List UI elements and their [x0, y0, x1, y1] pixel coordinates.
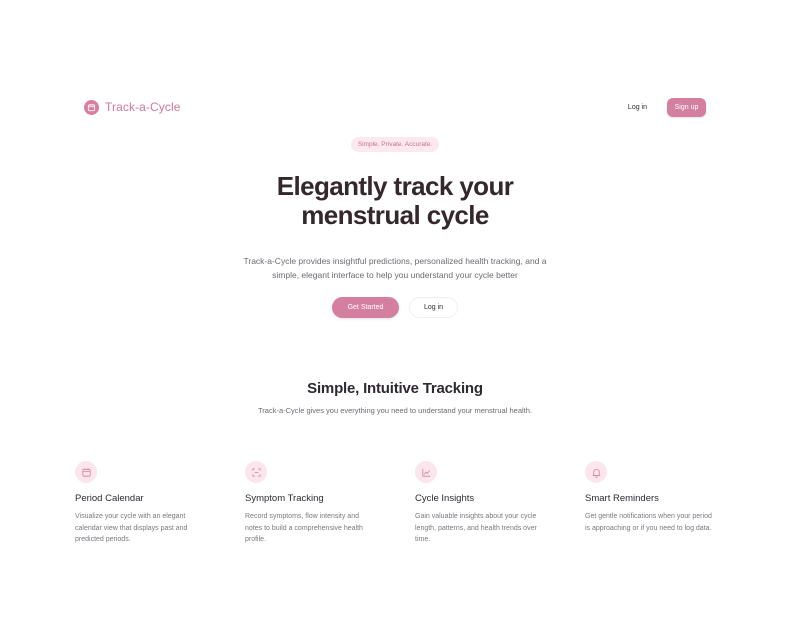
signup-button[interactable]: Sign up — [667, 97, 706, 117]
feature-smart-reminders: Smart Reminders Get gentle notifications… — [585, 461, 755, 546]
site-header: Track-a-Cycle Log in Sign up — [84, 96, 706, 118]
scan-icon — [245, 461, 267, 483]
hero-subtitle: Track-a-Cycle provides insightful predic… — [0, 254, 790, 282]
feature-title: Smart Reminders — [585, 493, 659, 504]
get-started-button[interactable]: Get Started — [332, 297, 399, 318]
feature-title: Period Calendar — [75, 493, 144, 504]
section-title: Simple, Intuitive Tracking — [307, 380, 483, 397]
feature-description: Get gentle notifications when your perio… — [585, 513, 712, 532]
feature-symptom-tracking: Symptom Tracking Record symptoms, flow i… — [245, 461, 415, 546]
brand-logo[interactable]: Track-a-Cycle — [84, 99, 181, 115]
hero-badge-row: Simple. Private. Accurate. — [0, 137, 790, 152]
chart-line-icon — [415, 461, 437, 483]
bell-icon — [585, 461, 607, 483]
feature-description: Record symptoms, flow intensity and note… — [245, 513, 363, 543]
login-link[interactable]: Log in — [622, 100, 653, 115]
feature-description: Gain valuable insights about your cycle … — [415, 513, 537, 543]
feature-cycle-insights: Cycle Insights Gain valuable insights ab… — [415, 461, 585, 546]
hero-badge: Simple. Private. Accurate. — [350, 137, 440, 152]
section-subtitle: Track-a-Cycle gives you everything you n… — [257, 406, 533, 415]
hero-cta-row: Get Started Log in — [0, 297, 790, 318]
header-nav: Log in Sign up — [622, 97, 706, 117]
hero-subtitle-line-2: simple, elegant interface to help you un… — [272, 270, 518, 280]
hero-title: Elegantly track your menstrual cycle — [0, 172, 790, 230]
hero-subtitle-line-1: Track-a-Cycle provides insightful predic… — [243, 256, 547, 266]
hero-login-button[interactable]: Log in — [409, 297, 458, 318]
feature-period-calendar: Period Calendar Visualize your cycle wit… — [75, 461, 245, 546]
calendar-icon — [75, 461, 97, 483]
hero-title-line-2: menstrual cycle — [301, 200, 489, 230]
feature-title: Symptom Tracking — [245, 493, 324, 504]
features-grid: Period Calendar Visualize your cycle wit… — [75, 461, 755, 546]
hero-title-line-1: Elegantly track your — [276, 171, 514, 201]
calendar-icon — [84, 99, 99, 115]
feature-title: Cycle Insights — [415, 493, 475, 504]
brand-name: Track-a-Cycle — [105, 100, 181, 114]
feature-description: Visualize your cycle with an elegant cal… — [75, 513, 188, 543]
